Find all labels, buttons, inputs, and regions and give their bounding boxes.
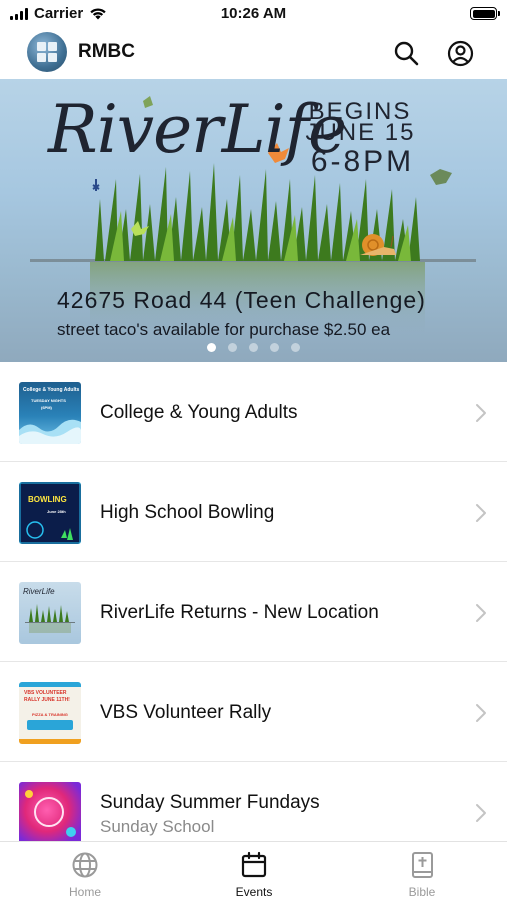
event-thumbnail: RiverLife [19,582,81,644]
event-thumbnail [19,782,81,844]
chevron-right-icon [476,804,486,822]
app-header: RMBC [0,28,507,78]
banner-time: 6-8PM [310,145,415,178]
event-thumbnail: BOWLING June 28th [19,482,81,544]
chevron-right-icon [476,604,486,622]
event-title: VBS Volunteer Rally [100,702,272,723]
banner-address: 42675 Road 44 (Teen Challenge) [57,287,426,313]
event-title: Sunday Summer Fundays [100,792,320,813]
search-icon [394,41,419,66]
account-icon [447,40,473,66]
calendar-icon [241,851,267,878]
church-logo[interactable] [27,32,67,72]
event-title: RiverLife Returns - New Location [100,602,379,623]
bible-icon [412,852,433,878]
event-subtitle: Sunday School [100,817,215,836]
carousel-page-dots[interactable] [0,343,507,352]
event-title: College & Young Adults [100,402,298,423]
globe-icon [72,852,98,878]
event-row-high-school-bowling[interactable]: BOWLING June 28th High School Bowling [0,462,507,562]
tab-label: Bible [408,885,436,899]
app-title: RMBC [78,41,135,62]
event-thumbnail: College & Young Adults TUESDAY NIGHTS (6… [19,382,81,444]
page-dot[interactable] [228,343,237,352]
tab-events[interactable]: Events [204,842,304,900]
page-dot[interactable] [270,343,279,352]
page-dot[interactable] [207,343,216,352]
search-button[interactable] [391,38,421,68]
page-dot[interactable] [291,343,300,352]
chevron-right-icon [476,404,486,422]
thumb-text: RALLY JUNE 11TH! [24,697,70,703]
chevron-right-icon [476,504,486,522]
thumb-text: PIZZA & TRAINING [32,712,68,717]
event-row-college-young-adults[interactable]: College & Young Adults TUESDAY NIGHTS (6… [0,362,507,462]
tab-label: Home [68,885,101,899]
banner-date: JUNE 15 [305,119,416,146]
thumb-text: RiverLife [23,587,55,596]
status-bar: Carrier 10:26 AM [0,0,507,28]
thumb-text: (6PM) [41,405,52,410]
banner-subtitle: street taco's available for purchase $2.… [57,320,391,339]
thumb-text: VBS VOLUNTEER [24,690,67,696]
chevron-right-icon [476,704,486,722]
event-thumbnail: VBS VOLUNTEER RALLY JUNE 11TH! PIZZA & T… [19,682,81,744]
tab-label: Events [235,885,273,899]
account-button[interactable] [445,38,475,68]
tab-home[interactable]: Home [35,842,135,900]
tab-bar: Home Events Bible [0,841,507,900]
page-dot[interactable] [249,343,258,352]
event-row-vbs-volunteer-rally[interactable]: VBS VOLUNTEER RALLY JUNE 11TH! PIZZA & T… [0,662,507,762]
tab-bible[interactable]: Bible [372,842,472,900]
event-banner-carousel[interactable]: RiverLife BEGINS JUNE 15 6-8PM 42675 Roa… [0,79,507,362]
event-list: College & Young Adults TUESDAY NIGHTS (6… [0,362,507,862]
status-time: 10:26 AM [220,5,287,22]
thumb-text: TUESDAY NIGHTS [31,398,66,403]
thumb-text: College & Young Adults [23,387,80,393]
event-row-riverlife-returns[interactable]: RiverLife RiverLife Returns - New Locati… [0,562,507,662]
thumb-text: June 28th [47,509,66,514]
event-title: High School Bowling [100,502,275,523]
battery-icon [470,7,500,20]
thumb-text: BOWLING [28,495,67,504]
